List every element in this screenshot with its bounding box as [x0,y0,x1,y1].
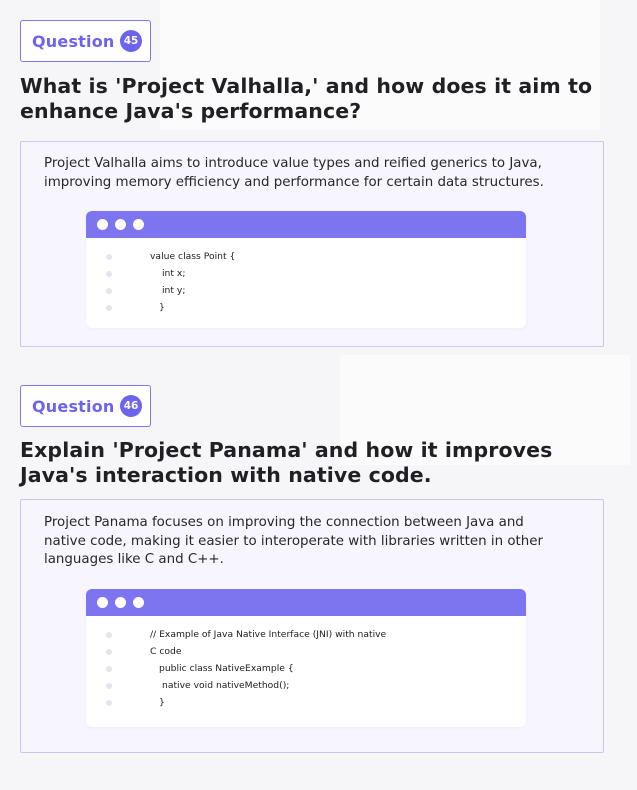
code-line: int y; [86,282,526,299]
line-marker-icon [106,632,112,638]
question-title-line: Explain 'Project Panama' and how it impr… [20,438,553,462]
code-window: // Example of Java Native Interface (JNI… [86,589,526,727]
window-dot-icon [115,219,126,230]
code-window: value class Point { int x; int y; } [86,211,526,328]
line-marker-icon [106,254,112,260]
answer-line: languages like C and C++. [44,552,224,567]
window-dot-icon [97,597,108,608]
code-line: public class NativeExample { [86,660,526,677]
line-marker-icon [106,683,112,689]
code-block: // Example of Java Native Interface (JNI… [86,616,526,711]
answer-line: native code, making it easier to interop… [44,533,544,549]
question-label: Question [32,396,115,416]
line-marker-icon [106,288,112,294]
code-block: value class Point { int x; int y; } [86,238,526,316]
line-marker-icon [106,700,112,706]
code-window-titlebar [86,589,526,616]
code-line: } [86,299,526,316]
question-title: What is 'Project Valhalla,' and how does… [20,74,610,124]
answer-line: improving memory efficiency and performa… [44,174,544,190]
code-line: // Example of Java Native Interface (JNI… [86,626,526,643]
question-title: Explain 'Project Panama' and how it impr… [20,438,610,488]
line-marker-icon [106,305,112,311]
code-line: C code [86,643,526,660]
answer-text: Project Valhalla aims to introduce value… [44,155,589,192]
question-label: Question [32,31,115,51]
answer-text: Project Panama focuses on improving the … [44,514,589,570]
question-title-line: Java's interaction with native code. [20,463,432,487]
line-marker-icon [106,649,112,655]
question-number-badge: 45 [120,30,142,52]
question-title-line: What is 'Project Valhalla,' and how does… [20,74,593,98]
window-dot-icon [133,597,144,608]
question-number-badge: 46 [120,395,142,417]
code-line: } [86,694,526,711]
answer-card: Project Valhalla aims to introduce value… [20,141,604,347]
window-dot-icon [133,219,144,230]
window-dot-icon [115,597,126,608]
code-line: value class Point { [86,248,526,265]
code-window-titlebar [86,211,526,238]
answer-card: Project Panama focuses on improving the … [20,499,604,753]
line-marker-icon [106,666,112,672]
question-title-line: enhance Java's performance? [20,99,362,123]
question-badge: Question 46 [20,385,151,427]
code-line: native void nativeMethod(); [86,677,526,694]
answer-line: Project Valhalla aims to introduce value… [44,156,542,171]
code-line: int x; [86,265,526,282]
line-marker-icon [106,271,112,277]
answer-line: Project Panama focuses on improving the … [44,515,524,530]
question-badge: Question 45 [20,20,151,62]
window-dot-icon [97,219,108,230]
